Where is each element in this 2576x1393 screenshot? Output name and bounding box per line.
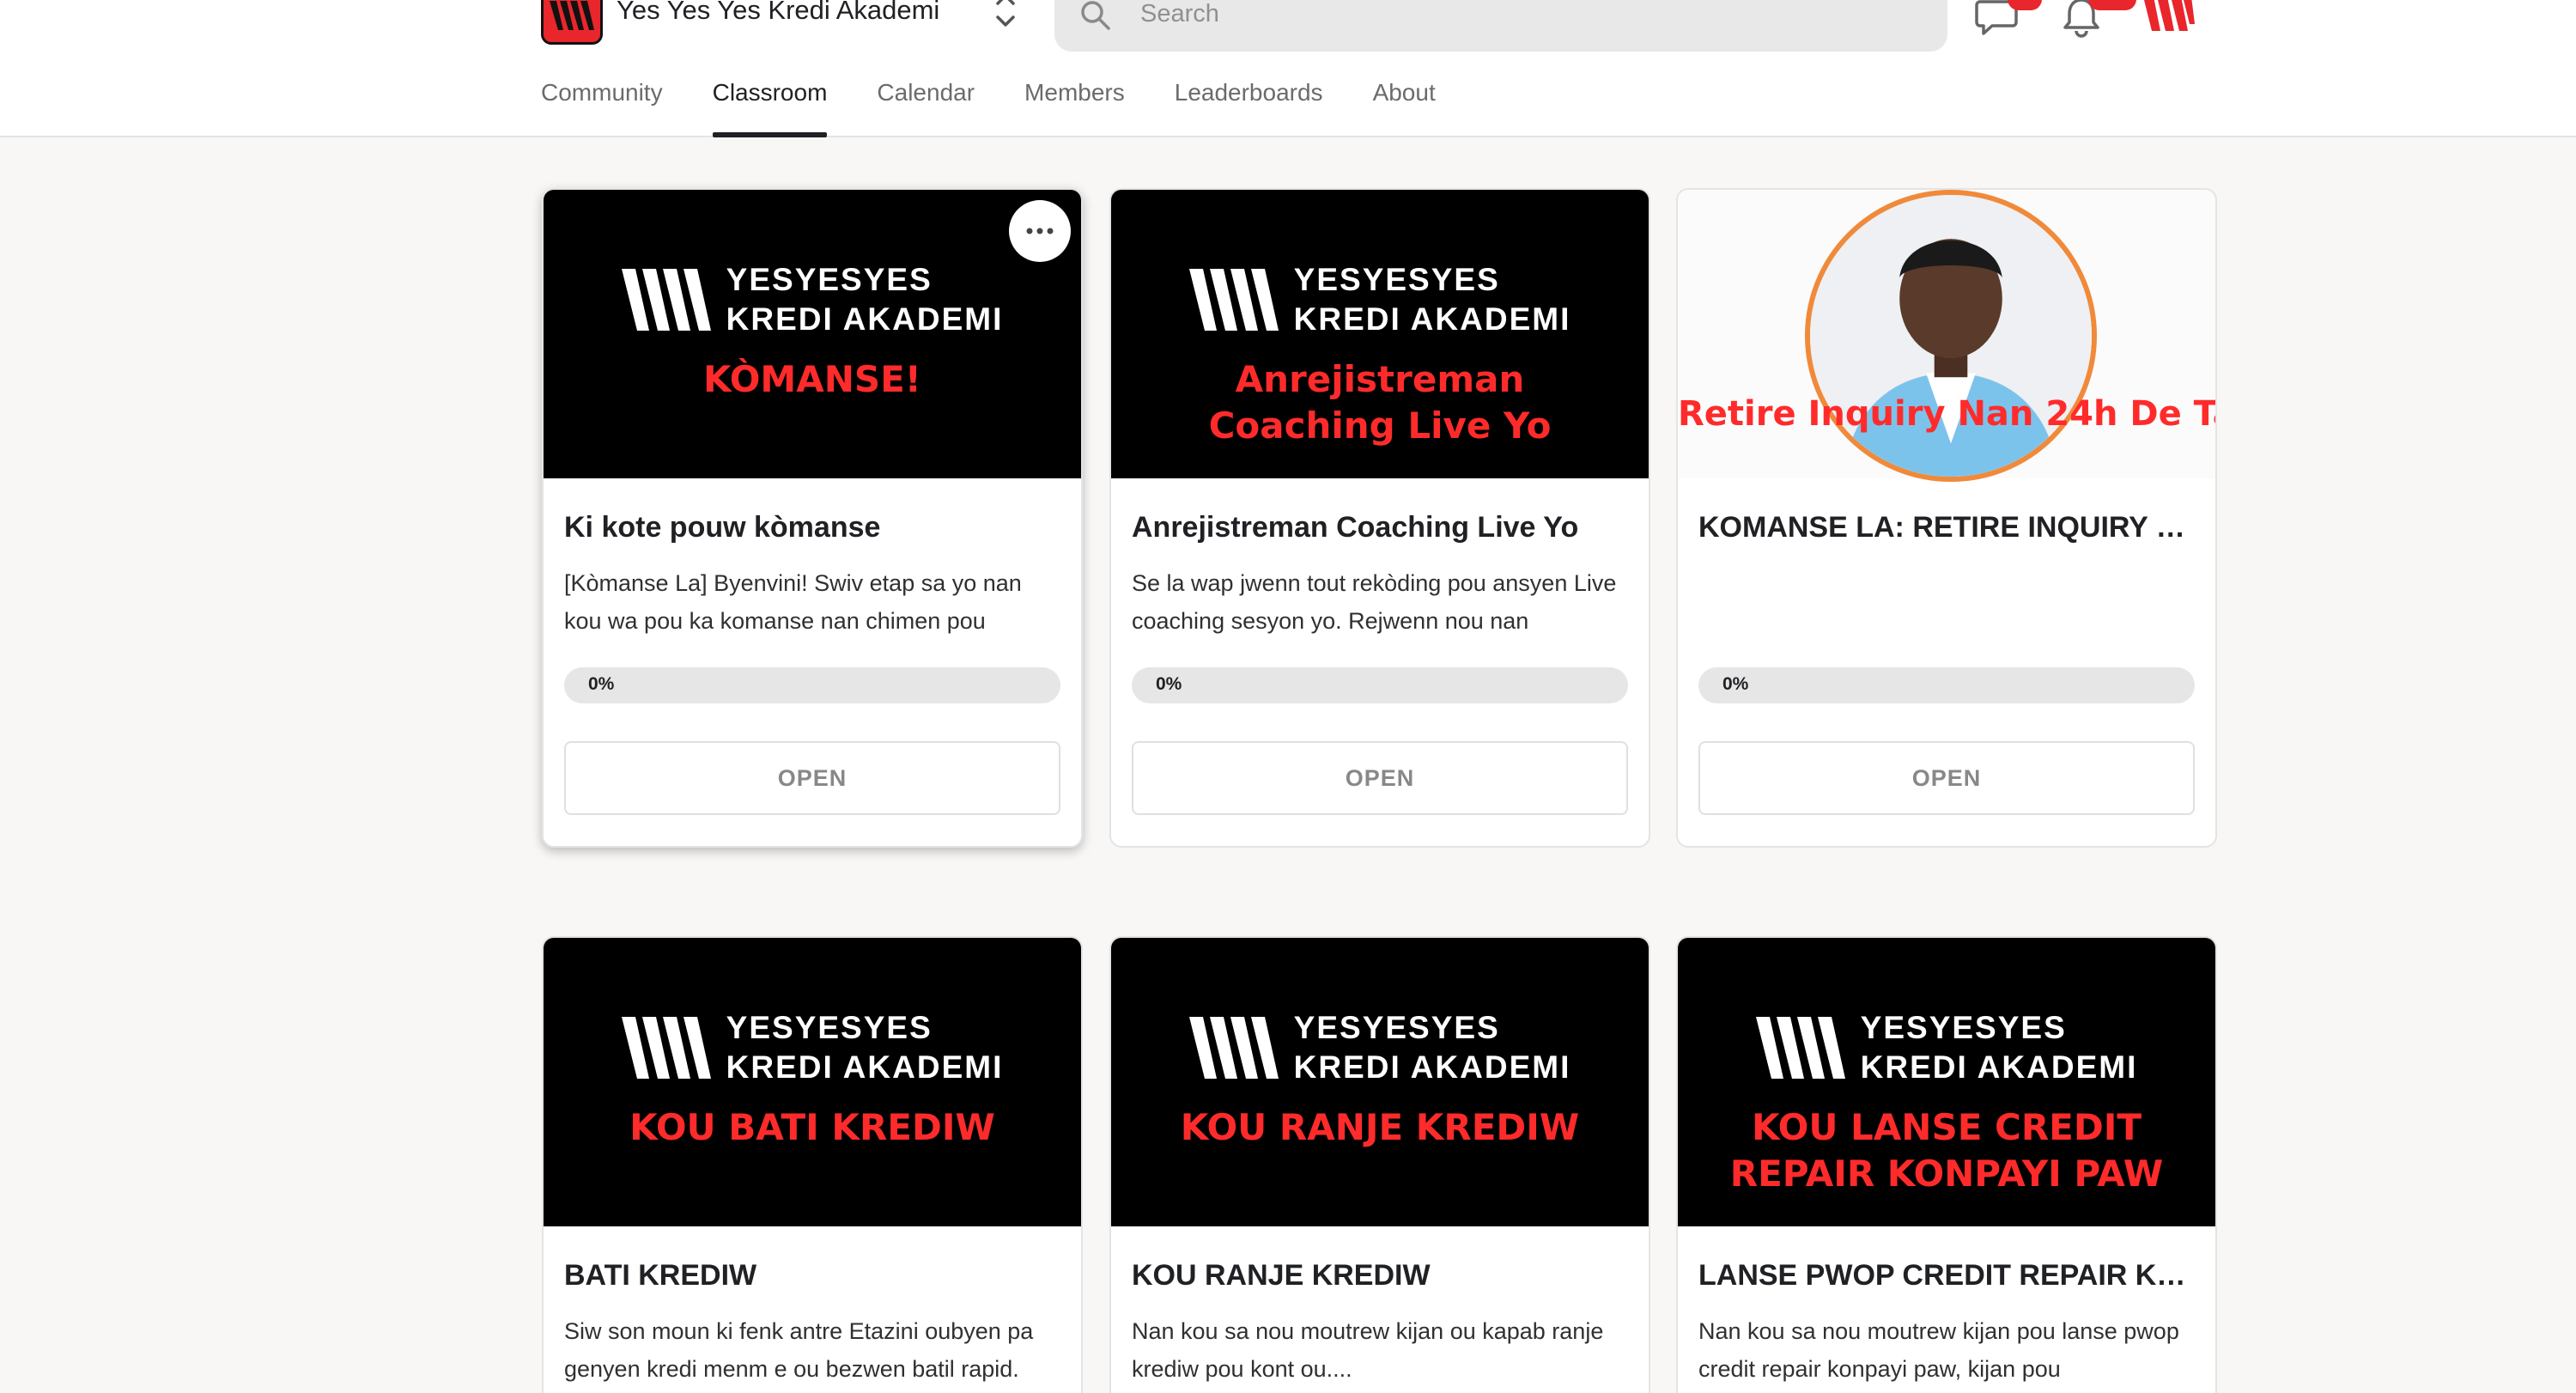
- brand-line-2: KREDI AKADEMI: [726, 1049, 1004, 1085]
- course-thumbnail[interactable]: Retire Inquiry Nan 24h De Tan: [1678, 190, 2217, 482]
- course-title[interactable]: Ki kote pouw kòmanse: [564, 509, 1060, 545]
- course-description: Se la wap jwenn tout rekòding pou ansyen…: [1132, 570, 1617, 634]
- chat-notification-badge: [2008, 0, 2042, 10]
- brand-line-2: KREDI AKADEMI: [1860, 1049, 2138, 1085]
- thumbnail-title: KÒMANSE!: [703, 358, 921, 400]
- open-course-button[interactable]: OPEN: [1132, 741, 1628, 815]
- course-card[interactable]: Retire Inquiry Nan 24h De Tan KOMANSE LA…: [1676, 188, 2217, 848]
- course-thumbnail[interactable]: YESYESYES KREDI AKADEMI KOU RANJE KREDIW: [1111, 938, 1649, 1226]
- brand-line-2: KREDI AKADEMI: [1293, 1049, 1571, 1085]
- course-card[interactable]: YESYESYES KREDI AKADEMI Anrejistreman Co…: [1109, 188, 1650, 848]
- open-course-button[interactable]: OPEN: [564, 741, 1060, 815]
- brand-logo-icon: [621, 1017, 711, 1079]
- brand-logo-icon: [1188, 269, 1279, 331]
- course-card[interactable]: YESYESYES KREDI AKADEMI KOU LANSE CREDIT…: [1676, 936, 2217, 1393]
- course-title[interactable]: BATI KREDIW: [564, 1257, 1060, 1293]
- course-description: Siw son moun ki fenk antre Etazini oubye…: [564, 1318, 1034, 1382]
- brand-lockup: YESYESYES KREDI AKADEMI: [621, 1008, 1004, 1087]
- brand-line-1: YESYESYES: [1860, 1010, 2067, 1045]
- course-title[interactable]: KOU RANJE KREDIW: [1132, 1257, 1628, 1293]
- course-title[interactable]: Anrejistreman Coaching Live Yo: [1132, 509, 1628, 545]
- brand-line-1: YESYESYES: [1293, 1010, 1500, 1045]
- tab-leaderboards[interactable]: Leaderboards: [1175, 77, 1323, 137]
- thumbnail-title: Retire Inquiry Nan 24h De Tan: [1678, 394, 2217, 434]
- tab-classroom[interactable]: Classroom: [712, 77, 827, 137]
- tab-members[interactable]: Members: [1024, 77, 1125, 137]
- tab-calendar[interactable]: Calendar: [877, 77, 975, 137]
- thumbnail-title: KOU BATI KREDIW: [629, 1106, 995, 1148]
- course-title[interactable]: KOMANSE LA: RETIRE INQUIRY N...: [1698, 509, 2195, 545]
- tab-community[interactable]: Community: [541, 77, 663, 137]
- course-title[interactable]: LANSE PWOP CREDIT REPAIR KO...: [1698, 1257, 2195, 1293]
- top-header: Yes Yes Yes Kredi Akademi Community Clas…: [0, 0, 2576, 137]
- user-avatar[interactable]: [2142, 0, 2196, 34]
- course-progress-bar: 0%: [1698, 667, 2195, 703]
- course-card[interactable]: YESYESYES KREDI AKADEMI KÒMANSE! Ki kote…: [542, 188, 1083, 848]
- progress-label: 0%: [1722, 674, 1749, 694]
- search-bar[interactable]: [1054, 0, 1947, 52]
- course-thumbnail[interactable]: YESYESYES KREDI AKADEMI KOU LANSE CREDIT…: [1678, 938, 2215, 1226]
- tab-about[interactable]: About: [1373, 77, 1436, 137]
- brand-lockup: YESYESYES KREDI AKADEMI: [1188, 1008, 1571, 1087]
- logo-mark-icon: [550, 1, 594, 30]
- brand-line-1: YESYESYES: [1293, 262, 1500, 297]
- course-description: [1698, 564, 2195, 640]
- open-course-button[interactable]: OPEN: [1698, 741, 2195, 815]
- search-input[interactable]: [1140, 0, 1913, 33]
- brand-line-1: YESYESYES: [726, 1010, 933, 1045]
- brand-logo-icon: [1755, 1017, 1845, 1079]
- course-thumbnail[interactable]: YESYESYES KREDI AKADEMI KOU BATI KREDIW: [544, 938, 1081, 1226]
- brand-line-2: KREDI AKADEMI: [1293, 301, 1571, 337]
- course-description: Nan kou sa nou moutrew kijan pou lanse p…: [1698, 1318, 2179, 1382]
- course-progress-bar: 0%: [1132, 667, 1628, 703]
- course-card[interactable]: YESYESYES KREDI AKADEMI KOU RANJE KREDIW…: [1109, 936, 1650, 1393]
- brand-logo-icon: [1188, 1017, 1279, 1079]
- brand-lockup: YESYESYES KREDI AKADEMI: [621, 260, 1004, 339]
- course-description: [Kòmanse La] Byenvini! Swiv etap sa yo n…: [564, 570, 1022, 634]
- more-options-button[interactable]: [1009, 200, 1071, 262]
- thumbnail-title: Anrejistreman Coaching Live Yo: [1208, 358, 1552, 447]
- brand-line-2: KREDI AKADEMI: [726, 301, 1004, 337]
- group-name[interactable]: Yes Yes Yes Kredi Akademi: [617, 0, 939, 26]
- brand-line-1: YESYESYES: [726, 262, 933, 297]
- brand-lockup: YESYESYES KREDI AKADEMI: [1188, 260, 1571, 339]
- nav-tabs: Community Classroom Calendar Members Lea…: [541, 77, 1485, 137]
- chevron-up-down-icon[interactable]: [993, 0, 1018, 36]
- progress-label: 0%: [588, 674, 615, 694]
- more-horizontal-icon: [1026, 228, 1054, 234]
- brand-lockup: YESYESYES KREDI AKADEMI: [1755, 1008, 2138, 1087]
- person-portrait-icon: [1810, 195, 2092, 477]
- course-thumbnail[interactable]: YESYESYES KREDI AKADEMI Anrejistreman Co…: [1111, 190, 1649, 478]
- coach-portrait: [1805, 190, 2097, 482]
- progress-label: 0%: [1156, 674, 1182, 694]
- course-description: Nan kou sa nou moutrew kijan ou kapab ra…: [1132, 1318, 1604, 1382]
- search-icon: [1081, 1, 1110, 30]
- course-progress-bar: 0%: [564, 667, 1060, 703]
- course-card[interactable]: YESYESYES KREDI AKADEMI KOU BATI KREDIW …: [542, 936, 1083, 1393]
- group-logo[interactable]: [541, 0, 603, 45]
- course-thumbnail[interactable]: YESYESYES KREDI AKADEMI KÒMANSE!: [544, 190, 1081, 478]
- brand-logo-icon: [621, 269, 711, 331]
- thumbnail-title: KOU RANJE KREDIW: [1180, 1106, 1580, 1148]
- bell-notification-badge: [2088, 0, 2136, 10]
- thumbnail-title: KOU LANSE CREDIT REPAIR KONPAYI PAW: [1729, 1106, 2164, 1195]
